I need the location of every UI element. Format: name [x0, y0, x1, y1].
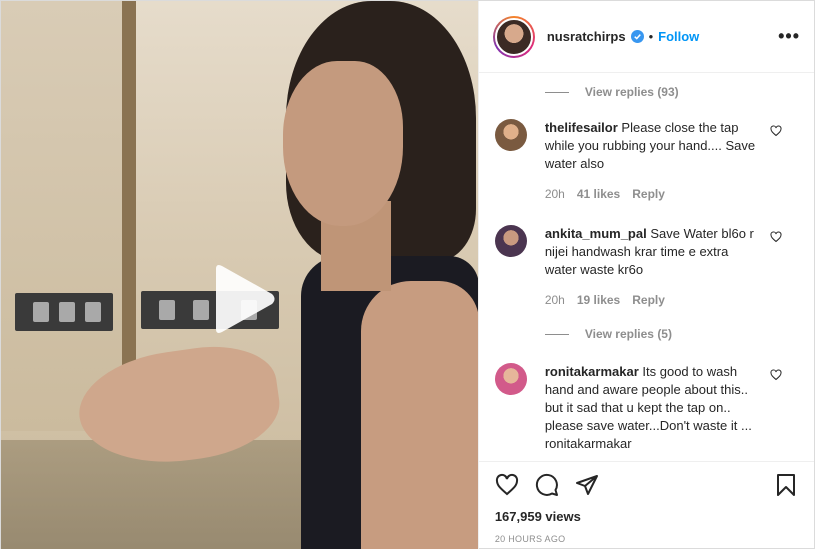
bookmark-icon[interactable] [774, 473, 798, 497]
view-replies-label: View replies (93) [584, 85, 679, 99]
reply-button[interactable]: Reply [632, 185, 665, 203]
verified-badge-icon [630, 30, 644, 43]
comment-like-heart-icon[interactable] [770, 125, 782, 137]
comments-list[interactable]: View replies (93) thelifesailor Please c… [479, 73, 814, 461]
post-header: nusratchirps • Follow ••• [478, 1, 814, 73]
comment-item: ronitakarmakar Its good to wash hand and… [494, 363, 798, 453]
comment-meta: 20h 41 likes Reply [545, 185, 757, 203]
comment-likes[interactable]: 19 likes [577, 291, 620, 309]
commenter-avatar[interactable] [494, 225, 527, 257]
play-icon[interactable] [208, 263, 278, 335]
video-player[interactable] [1, 1, 478, 549]
comment-likes[interactable]: 41 likes [577, 185, 620, 203]
comment-item: thelifesailor Please close the tap while… [494, 119, 798, 203]
commenter-username[interactable]: ankita_mum_pal [545, 226, 647, 241]
replies-divider [544, 333, 569, 335]
post-timestamp: 20 HOURS AGO [494, 534, 566, 544]
view-replies-button[interactable]: View replies (93) [544, 85, 798, 99]
commenter-username[interactable]: thelifesailor [545, 120, 618, 135]
instagram-post: nusratchirps • Follow ••• View replies (… [0, 0, 815, 549]
follow-button[interactable]: Follow [658, 29, 699, 44]
comment-meta: 20h 19 likes Reply [545, 291, 757, 309]
action-icons [495, 466, 798, 504]
heart-icon[interactable] [495, 473, 519, 497]
person-face [283, 61, 403, 226]
person-arm [361, 281, 478, 549]
commenter-avatar[interactable] [494, 363, 527, 395]
post-actions: 167,959 views 20 HOURS AGO [478, 461, 814, 549]
mirror [1, 1, 136, 431]
comment-body: ronitakarmakar Its good to wash hand and… [545, 363, 757, 453]
header-separator: • [648, 29, 654, 44]
share-icon[interactable] [575, 473, 599, 497]
comment-item: ankita_mum_pal Save Water bl6o r nijei h… [494, 225, 798, 309]
comment-age: 20h [544, 187, 565, 201]
comment-body: thelifesailor Please close the tap while… [545, 119, 757, 203]
reply-button[interactable]: Reply [632, 291, 665, 309]
replies-divider [544, 91, 569, 93]
view-count[interactable]: 167,959 views [495, 509, 798, 524]
commenter-avatar[interactable] [494, 119, 527, 151]
comment-age: 20h [544, 293, 565, 307]
comment-like-heart-icon[interactable] [770, 369, 782, 381]
more-options-button[interactable]: ••• [778, 26, 800, 47]
post-sidebar: nusratchirps • Follow ••• View replies (… [477, 1, 814, 549]
view-replies-label: View replies (5) [584, 327, 672, 341]
comment-body: ankita_mum_pal Save Water bl6o r nijei h… [545, 225, 757, 309]
comment-icon[interactable] [535, 473, 559, 497]
wall-switch-left [15, 293, 113, 331]
comment-like-heart-icon[interactable] [770, 231, 782, 243]
view-replies-button[interactable]: View replies (5) [544, 327, 798, 341]
commenter-username[interactable]: ronitakarmakar [545, 364, 639, 379]
author-avatar[interactable] [492, 15, 535, 58]
author-username[interactable]: nusratchirps [547, 29, 626, 44]
